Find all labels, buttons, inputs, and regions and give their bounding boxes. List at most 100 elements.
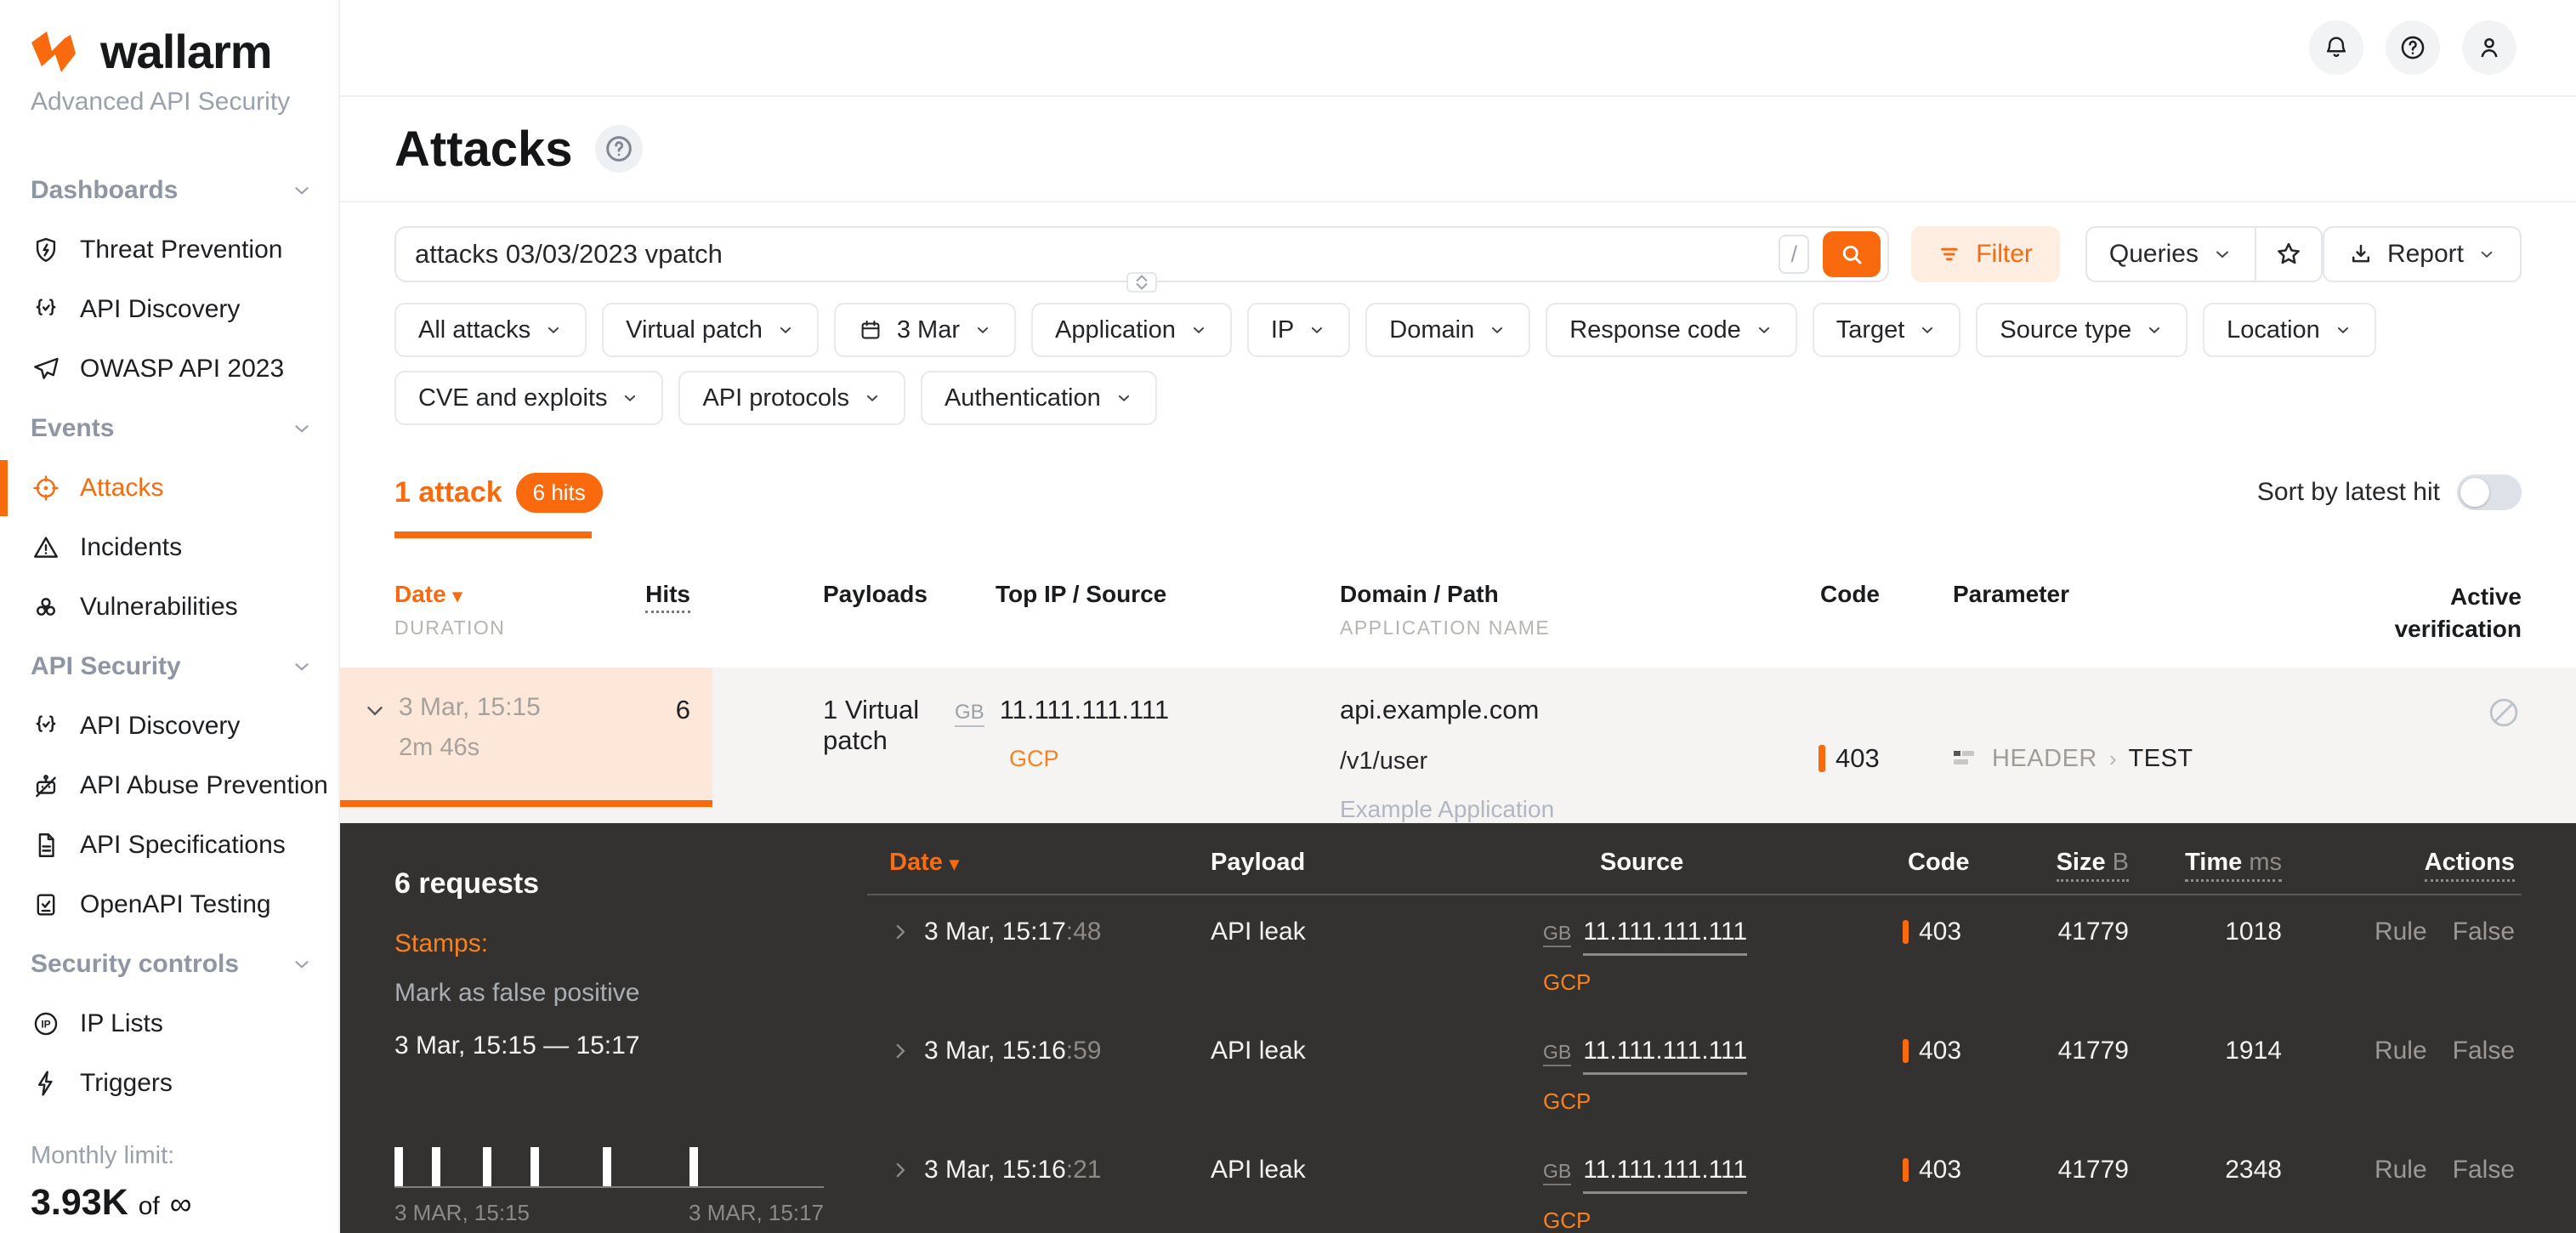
source-provider[interactable]: GCP	[1543, 1088, 1853, 1115]
filter-chip-authentication[interactable]: Authentication	[921, 371, 1157, 425]
sidebar-item-incidents[interactable]: Incidents	[0, 518, 338, 577]
queries-button[interactable]: Queries	[2087, 228, 2255, 281]
sidebar-item-api-specifications[interactable]: API Specifications	[0, 815, 338, 875]
country-badge[interactable]: GB	[1543, 1160, 1571, 1185]
page-help-button[interactable]	[595, 125, 643, 173]
filter-chip-cve-and-exploits[interactable]: CVE and exploits	[394, 371, 663, 425]
sidebar-item-vulnerabilities[interactable]: Vulnerabilities	[0, 577, 338, 637]
source-ip-link[interactable]: 11.111.111.111	[1583, 1037, 1747, 1075]
false-action-link[interactable]: False	[2453, 1037, 2515, 1134]
sidebar-item-api-discovery[interactable]: API Discovery	[0, 696, 338, 756]
chevron-down-icon	[2145, 321, 2164, 339]
sidebar-item-openapi-testing[interactable]: OpenAPI Testing	[0, 875, 338, 935]
country-badge[interactable]: GB	[1543, 1041, 1571, 1066]
sidebar-item-attacks[interactable]: Attacks	[0, 458, 338, 518]
search-button[interactable]	[1823, 231, 1881, 277]
mark-false-positive-link[interactable]: Mark as false positive	[394, 979, 867, 1008]
source-provider[interactable]: GCP	[1543, 969, 1853, 996]
collapse-row-icon[interactable]	[364, 700, 386, 722]
country-badge[interactable]: GB	[955, 701, 984, 727]
filter-chip-application[interactable]: Application	[1031, 303, 1232, 357]
filter-chip-all-attacks[interactable]: All attacks	[394, 303, 587, 357]
false-action-link[interactable]: False	[2453, 918, 2515, 1014]
country-badge[interactable]: GB	[1543, 922, 1571, 947]
sidebar-item-threat-prevention[interactable]: Threat Prevention	[0, 220, 338, 280]
filter-chips-row-1: All attacks Virtual patch 3 Mar Applicat…	[394, 303, 2522, 357]
favorite-query-button[interactable]	[2256, 228, 2321, 281]
search-icon	[1839, 241, 1864, 267]
rule-action-link[interactable]: Rule	[2375, 918, 2427, 1014]
request-row[interactable]: 3 Mar, 15:17:48 API leak GB 11.111.111.1…	[867, 895, 2522, 1014]
sidebar-section-events[interactable]: Events	[0, 399, 338, 458]
expand-row-icon[interactable]	[889, 1040, 911, 1062]
column-hits[interactable]: Hits	[645, 581, 690, 613]
stamps-label[interactable]: Stamps:	[394, 929, 867, 958]
request-seconds: :59	[1066, 1037, 1102, 1065]
rule-action-link[interactable]: Rule	[2375, 1037, 2427, 1134]
sort-by-latest-hit-toggle[interactable]	[2457, 474, 2522, 510]
filter-chip-virtual-patch[interactable]: Virtual patch	[602, 303, 819, 357]
chevron-down-icon	[291, 656, 313, 678]
sidebar-section-security-controls[interactable]: Security controls	[0, 935, 338, 994]
sidebar-section-api-security[interactable]: API Security	[0, 637, 338, 696]
sidebar-section-dashboards[interactable]: Dashboards	[0, 161, 338, 220]
filter-chip-source-type[interactable]: Source type	[1976, 303, 2187, 357]
help-button[interactable]	[2386, 20, 2440, 75]
request-source: GB 11.111.111.111 GCP	[1522, 1156, 1853, 1233]
toggle-knob	[2460, 478, 2489, 507]
expand-row-icon[interactable]	[889, 1159, 911, 1181]
filter-button[interactable]: Filter	[1911, 226, 2060, 282]
false-action-link[interactable]: False	[2453, 1156, 2515, 1233]
sidebar-item-triggers[interactable]: Triggers	[0, 1054, 338, 1113]
filter-chip-response-code[interactable]: Response code	[1546, 303, 1797, 357]
account-button[interactable]	[2462, 20, 2516, 75]
lightning-icon	[31, 1068, 61, 1099]
attacks-tab[interactable]: 1 attack 6 hits	[394, 473, 603, 538]
request-date: 3 Mar, 15:16	[924, 1156, 1066, 1184]
report-button[interactable]: Report	[2323, 226, 2522, 282]
request-code: 403	[1919, 918, 1961, 946]
source-ip-link[interactable]: 11.111.111.111	[1583, 918, 1747, 956]
source-provider[interactable]: GCP	[1543, 1207, 1853, 1233]
filter-chip-domain[interactable]: Domain	[1365, 303, 1530, 357]
request-row[interactable]: 3 Mar, 15:16:21 API leak GB 11.111.111.1…	[867, 1134, 2522, 1233]
rule-action-link[interactable]: Rule	[2375, 1156, 2427, 1233]
source-ip[interactable]: 11.111.111.111	[1000, 695, 1169, 725]
source-ip-link[interactable]: 11.111.111.111	[1583, 1156, 1747, 1194]
expand-row-icon[interactable]	[889, 921, 911, 943]
chevron-down-icon	[1755, 321, 1773, 339]
attack-domain[interactable]: api.example.com	[1340, 695, 1807, 725]
column-date[interactable]: Date ▾	[867, 849, 1182, 877]
active-verification-cell[interactable]	[2336, 668, 2576, 823]
ip-circle-icon: IP	[31, 1009, 61, 1039]
source-provider[interactable]: GCP	[1009, 746, 1326, 772]
brand-logo[interactable]: wallarm	[0, 24, 338, 79]
filter-chip-api-protocols[interactable]: API protocols	[678, 371, 905, 425]
request-row[interactable]: 3 Mar, 15:16:59 API leak GB 11.111.111.1…	[867, 1014, 2522, 1134]
filter-chip-location[interactable]: Location	[2203, 303, 2376, 357]
filter-chip-ip[interactable]: IP	[1247, 303, 1350, 357]
column-date[interactable]: Date ▾ DURATION	[394, 581, 505, 639]
notifications-button[interactable]	[2309, 20, 2363, 75]
sidebar-item-api-discovery[interactable]: API Discovery	[0, 280, 338, 339]
attack-payloads[interactable]: 1 Virtual patch	[712, 668, 955, 823]
sidebar-item-api-abuse-prevention[interactable]: API Abuse Prevention	[0, 756, 338, 815]
filter-chips-row-2: CVE and exploits API protocols Authentic…	[394, 371, 2522, 425]
filter-chip-target[interactable]: Target	[1813, 303, 1961, 357]
collapse-filters-handle[interactable]	[1126, 272, 1157, 293]
sidebar-item-ip-lists[interactable]: IP IP Lists	[0, 994, 338, 1054]
attack-row[interactable]: 3 Mar, 15:15 2m 46s 6 1 Virtual patch GB…	[340, 668, 2576, 823]
sidebar-item-owasp-api-2023[interactable]: OWASP API 2023	[0, 339, 338, 399]
column-actions[interactable]: Actions	[2295, 849, 2522, 877]
page-title: Attacks	[394, 121, 573, 178]
column-duration: DURATION	[394, 616, 505, 639]
chevron-down-icon	[776, 321, 795, 339]
column-time[interactable]: Time ms	[2142, 849, 2295, 877]
column-size[interactable]: Size B	[2006, 849, 2142, 877]
filter-chip-3-mar[interactable]: 3 Mar	[834, 303, 1016, 357]
chevron-down-icon	[1136, 282, 1148, 290]
request-code: 403	[1919, 1037, 1961, 1065]
attack-path[interactable]: /v1/user	[1340, 747, 1807, 776]
monthly-used: 3.93K	[31, 1182, 128, 1224]
search-input[interactable]	[415, 239, 1779, 270]
